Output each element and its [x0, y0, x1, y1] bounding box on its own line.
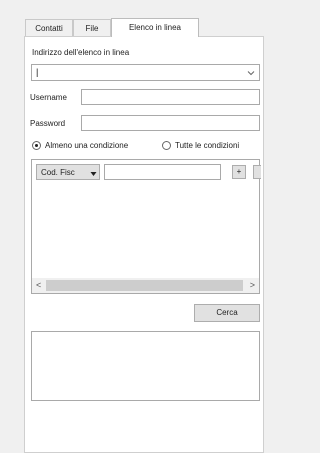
scrollbar-thumb[interactable] [46, 280, 243, 291]
add-criteria-button[interactable]: + [232, 165, 246, 179]
all-conditions-radio[interactable] [162, 141, 171, 150]
address-value: | [36, 67, 39, 77]
add-label: + [236, 167, 242, 176]
scroll-right-arrow[interactable]: > [250, 280, 255, 290]
results-area[interactable] [31, 331, 260, 401]
address-label: Indirizzo dell'elenco in linea [32, 48, 130, 57]
chevron-down-icon[interactable] [246, 68, 256, 78]
caret-down-icon [90, 170, 97, 176]
username-field[interactable] [81, 89, 260, 105]
field-select-value: Cod. Fisc [41, 168, 75, 177]
tab-contatti[interactable]: Contatti [25, 19, 73, 37]
address-combobox[interactable]: | [31, 64, 260, 81]
username-label: Username [30, 93, 67, 102]
field-select[interactable]: Cod. Fisc [36, 164, 100, 180]
any-condition-radio[interactable] [32, 141, 41, 150]
criteria-value-input[interactable] [104, 164, 221, 180]
tab-elenco-in-linea[interactable]: Elenco in linea [111, 18, 199, 37]
search-button-label: Cerca [216, 308, 238, 317]
remove-criteria-button[interactable] [253, 165, 261, 179]
criteria-list[interactable]: Cod. Fisc + < > [31, 159, 261, 294]
password-label: Password [30, 119, 66, 128]
scroll-left-arrow[interactable]: < [36, 280, 41, 290]
tab-file[interactable]: File [73, 19, 111, 37]
all-conditions-label[interactable]: Tutte le condizioni [175, 141, 239, 150]
horizontal-scrollbar[interactable]: < > [32, 278, 259, 293]
tab-label: Elenco in linea [128, 23, 182, 32]
password-field[interactable] [81, 115, 260, 131]
any-condition-label[interactable]: Almeno una condizione [45, 141, 128, 150]
tab-label: File [85, 24, 99, 33]
tab-label: Contatti [35, 24, 63, 33]
search-button[interactable]: Cerca [194, 304, 260, 322]
